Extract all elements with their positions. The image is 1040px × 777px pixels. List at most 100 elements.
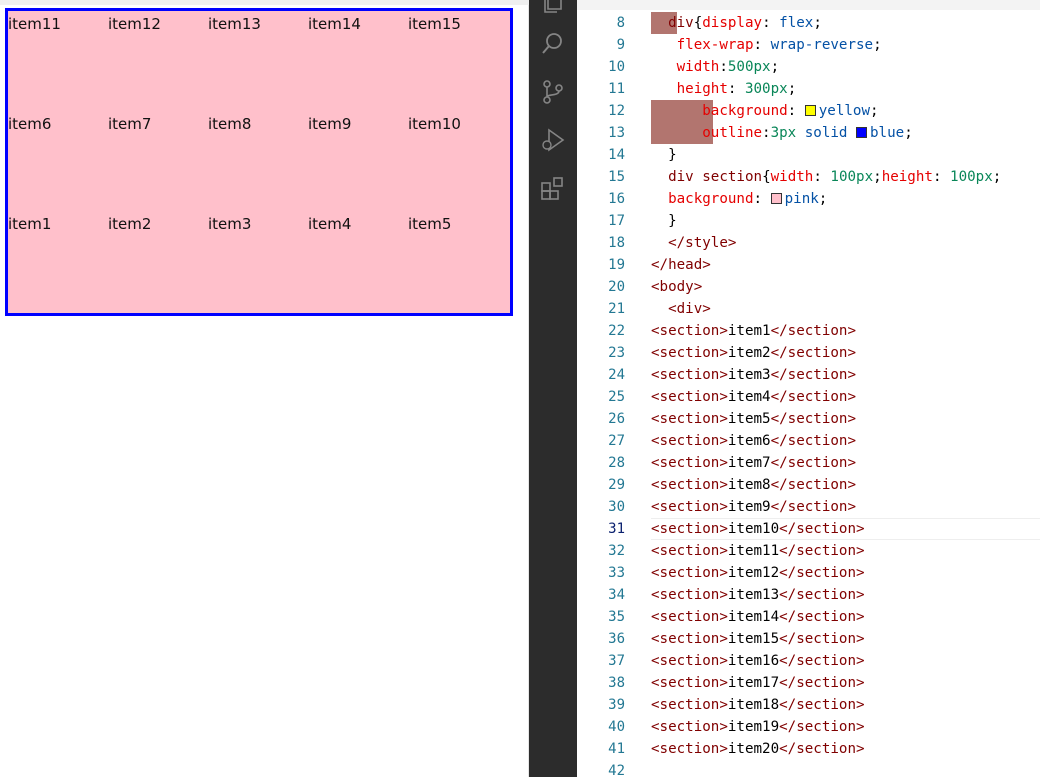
- code-token: item8: [727, 477, 771, 493]
- color-swatch[interactable]: [804, 105, 816, 116]
- code-line[interactable]: 42: [577, 760, 1040, 777]
- code-token: {: [693, 15, 703, 31]
- code-token: ;: [873, 169, 882, 185]
- code-text: <body>: [651, 276, 702, 298]
- code-line[interactable]: 14 }: [577, 144, 1040, 166]
- flex-item: item5: [408, 215, 452, 233]
- code-line[interactable]: 34 <section>item13</section>: [577, 584, 1040, 606]
- code-line[interactable]: 24 <section>item3</section>: [577, 364, 1040, 386]
- code-line[interactable]: 9 flex-wrap: wrap-reverse;: [577, 34, 1040, 56]
- code-token: </section>: [779, 675, 865, 691]
- code-line[interactable]: 21 <div>: [577, 298, 1040, 320]
- code-line[interactable]: 39 <section>item18</section>: [577, 694, 1040, 716]
- code-token: </section>: [779, 521, 865, 537]
- color-swatch[interactable]: [856, 127, 868, 138]
- source-control-icon[interactable]: [539, 78, 567, 106]
- code-token: </section>: [779, 741, 865, 757]
- line-number: 30: [608, 499, 625, 515]
- line-number: 14: [608, 147, 625, 163]
- code-token: :: [719, 59, 728, 75]
- code-line[interactable]: 19 </head>: [577, 254, 1040, 276]
- code-line[interactable]: 28 <section>item7</section>: [577, 452, 1040, 474]
- code-editor[interactable]: 8 div{display: flex; 9 flex-wrap: wrap-re…: [577, 0, 1040, 777]
- code-line[interactable]: 41 <section>item20</section>: [577, 738, 1040, 760]
- code-line[interactable]: 38 <section>item17</section>: [577, 672, 1040, 694]
- code-token: item4: [727, 389, 771, 405]
- flex-item: item3: [208, 215, 252, 233]
- code-line[interactable]: 27 <section>item6</section>: [577, 430, 1040, 452]
- code-token: :: [753, 191, 771, 207]
- code-token: item2: [727, 345, 771, 361]
- code-token: </head>: [651, 257, 711, 273]
- explorer-icon[interactable]: [539, 0, 567, 16]
- code-token: </section>: [779, 631, 865, 647]
- code-line[interactable]: 16 background: pink;: [577, 188, 1040, 210]
- code-token: <section>: [651, 433, 728, 449]
- code-token: </section>: [779, 609, 865, 625]
- code-token: }: [668, 213, 677, 229]
- line-number: 15: [608, 169, 625, 185]
- code-token: <section>: [651, 565, 728, 581]
- code-token: </section>: [779, 565, 865, 581]
- code-token: </section>: [770, 477, 857, 493]
- code-line[interactable]: 11 height: 300px;: [577, 78, 1040, 100]
- code-line[interactable]: 31 <section>item10</section>: [577, 518, 1040, 540]
- code-token: <section>: [651, 653, 728, 669]
- extensions-icon[interactable]: [539, 174, 567, 202]
- search-icon[interactable]: [539, 30, 567, 58]
- code-text: <section>item5</section>: [651, 408, 856, 430]
- code-line[interactable]: 26 <section>item5</section>: [577, 408, 1040, 430]
- line-number: 8: [616, 15, 625, 31]
- code-line[interactable]: 20 <body>: [577, 276, 1040, 298]
- color-swatch[interactable]: [770, 193, 782, 204]
- code-token: item3: [727, 367, 771, 383]
- line-number: 40: [608, 719, 625, 735]
- code-line[interactable]: 35 <section>item14</section>: [577, 606, 1040, 628]
- code-line[interactable]: 40 <section>item19</section>: [577, 716, 1040, 738]
- code-token: </section>: [770, 345, 857, 361]
- code-line[interactable]: 29 <section>item8</section>: [577, 474, 1040, 496]
- code-line[interactable]: 33 <section>item12</section>: [577, 562, 1040, 584]
- code-line[interactable]: 37 <section>item16</section>: [577, 650, 1040, 672]
- code-token: :: [762, 125, 771, 141]
- line-number: 27: [608, 433, 625, 449]
- line-number: 16: [608, 191, 625, 207]
- editor-top-bar: [577, 0, 1040, 10]
- code-line[interactable]: 17 }: [577, 210, 1040, 232]
- code-token: wrap-reverse: [770, 37, 874, 53]
- code-token: <section>: [651, 631, 728, 647]
- code-line[interactable]: 36 <section>item15</section>: [577, 628, 1040, 650]
- code-line[interactable]: 22 <section>item1</section>: [577, 320, 1040, 342]
- code-text: background: pink;: [651, 188, 827, 210]
- code-text: outline:3px solid blue;: [651, 122, 912, 144]
- code-text: <section>item11</section>: [651, 540, 865, 562]
- code-token: 500px: [727, 59, 771, 75]
- code-line[interactable]: 13 outline:3px solid blue;: [577, 122, 1040, 144]
- code-text: <section>item19</section>: [651, 716, 865, 738]
- code-text: <section>item7</section>: [651, 452, 856, 474]
- flex-item: item13: [208, 15, 261, 33]
- code-line[interactable]: 18 </style>: [577, 232, 1040, 254]
- code-token: div: [668, 15, 694, 31]
- code-line[interactable]: 23 <section>item2</section>: [577, 342, 1040, 364]
- code-token: <div>: [668, 301, 711, 317]
- code-line[interactable]: 25 <section>item4</section>: [577, 386, 1040, 408]
- code-text: <section>item1</section>: [651, 320, 856, 342]
- code-line[interactable]: 30 <section>item9</section>: [577, 496, 1040, 518]
- code-token: :: [727, 81, 745, 97]
- code-line[interactable]: 32 <section>item11</section>: [577, 540, 1040, 562]
- code-text: </style>: [651, 232, 736, 254]
- code-token: div section: [668, 169, 763, 185]
- code-line[interactable]: 12 background: yellow;: [577, 100, 1040, 122]
- activity-bar: [529, 0, 577, 777]
- code-line[interactable]: 15 div section{width: 100px;height: 100p…: [577, 166, 1040, 188]
- code-line[interactable]: 8 div{display: flex;: [577, 12, 1040, 34]
- code-token: <section>: [651, 697, 728, 713]
- run-debug-icon[interactable]: [539, 126, 567, 154]
- code-token: item14: [727, 609, 780, 625]
- line-number: 31: [608, 521, 625, 537]
- code-token: <section>: [651, 741, 728, 757]
- code-line[interactable]: 10 width:500px;: [577, 56, 1040, 78]
